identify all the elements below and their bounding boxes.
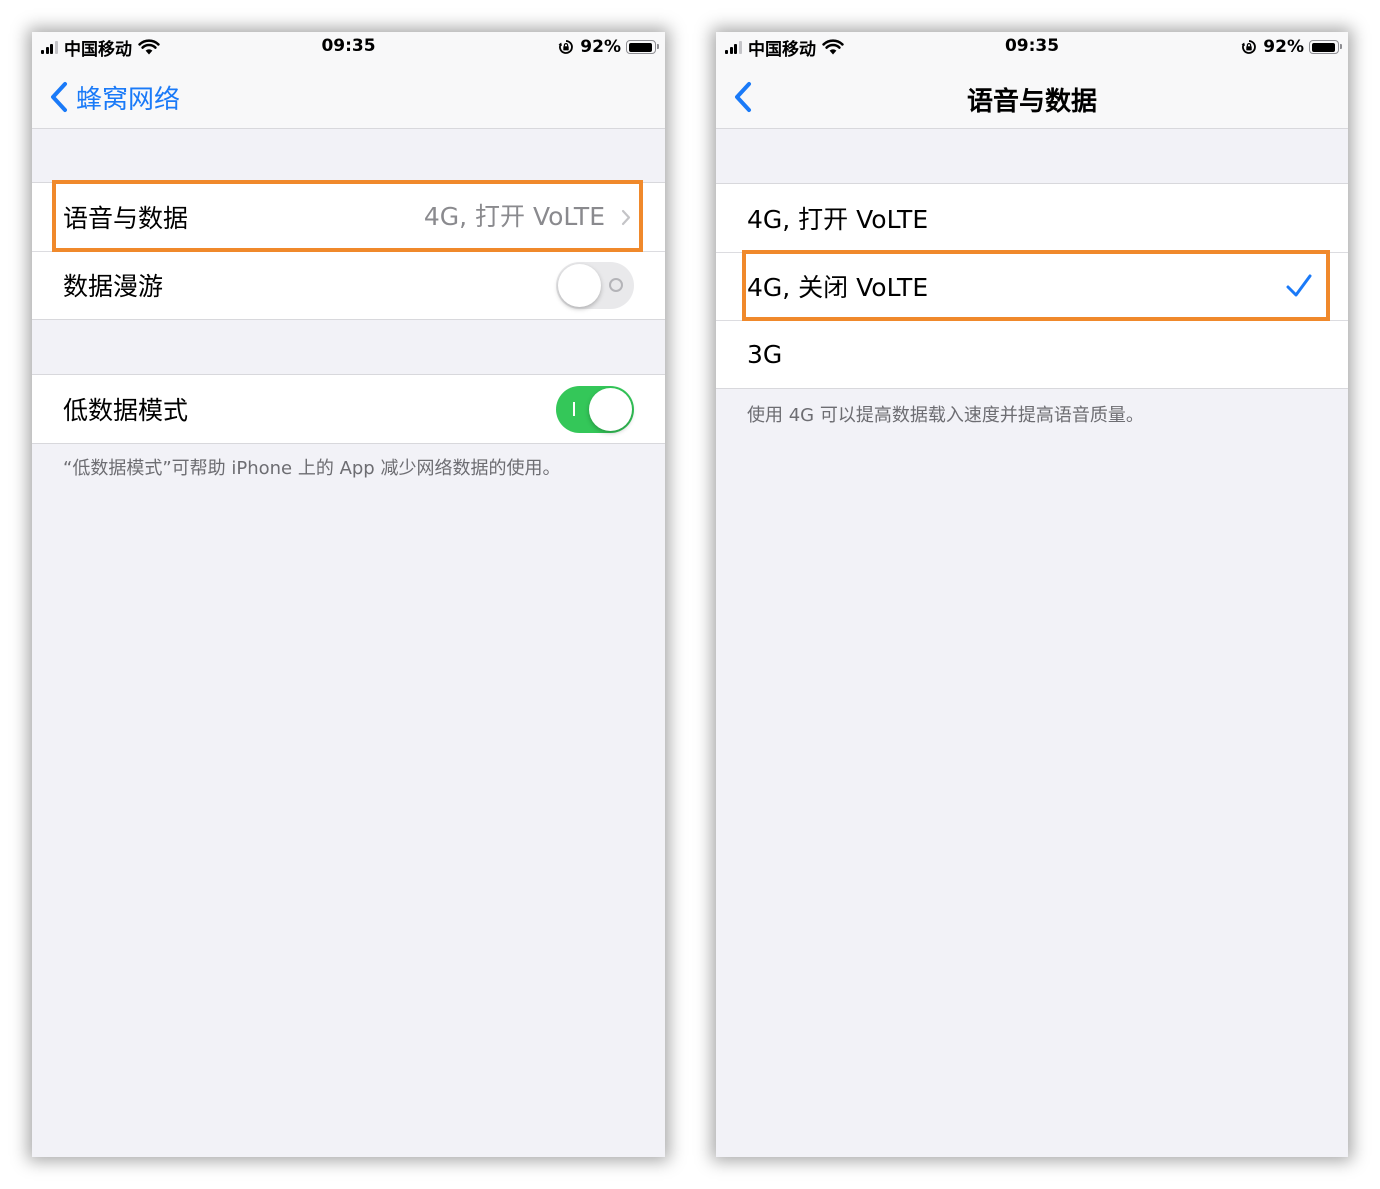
voice-data-options-list: 4G, 打开 VoLTE 4G, 关闭 VoLTE 3G	[716, 183, 1348, 389]
voice-data-footnote: 使用 4G 可以提高数据载入速度并提高语音质量。	[747, 405, 1144, 426]
settings-group-low-data: 低数据模式	[32, 374, 665, 444]
data-roaming-row: 数据漫游	[32, 251, 665, 319]
toggle-off-indicator	[609, 278, 623, 292]
back-button-label: 蜂窝网络	[76, 84, 181, 115]
status-bar: 中国移动 09:35 92%	[32, 32, 665, 66]
option-label: 4G, 打开 VoLTE	[747, 205, 929, 234]
back-button[interactable]: 蜂窝网络	[50, 78, 180, 116]
checkmark-icon	[1286, 274, 1312, 297]
option-row-3g[interactable]: 3G	[716, 320, 1348, 388]
phone-screen-voice-data: 中国移动 09:35 92% 语音与数据 4G, 打开 VoLTE 4G, 关闭…	[716, 32, 1348, 1157]
orientation-lock-icon	[1241, 40, 1257, 54]
phone-screen-cellular: 中国移动 09:35 92% 蜂窝网络 语音与数据 4G, 打开 VoLTE 数…	[32, 32, 665, 1157]
navigation-bar: 语音与数据	[716, 66, 1348, 129]
toggle-on-indicator	[573, 402, 575, 416]
data-roaming-toggle[interactable]	[556, 262, 634, 309]
low-data-mode-label: 低数据模式	[63, 396, 189, 425]
battery-icon	[626, 40, 659, 54]
option-row-4g-volte-on[interactable]: 4G, 打开 VoLTE	[716, 184, 1348, 252]
option-label: 3G	[747, 339, 783, 369]
status-bar: 中国移动 09:35 92%	[716, 32, 1348, 66]
chevron-left-icon	[51, 82, 67, 112]
voice-and-data-row[interactable]: 语音与数据 4G, 打开 VoLTE	[32, 183, 665, 251]
battery-icon	[1309, 40, 1342, 54]
battery-percent: 92%	[1263, 37, 1304, 57]
low-data-mode-footnote: “低数据模式”可帮助 iPhone 上的 App 减少网络数据的使用。	[63, 458, 561, 479]
option-row-4g-volte-off[interactable]: 4G, 关闭 VoLTE	[716, 252, 1348, 320]
orientation-lock-icon	[558, 40, 574, 54]
low-data-mode-row: 低数据模式	[32, 375, 665, 443]
navigation-bar: 蜂窝网络	[32, 66, 665, 129]
data-roaming-label: 数据漫游	[63, 272, 164, 301]
page-title: 语音与数据	[966, 87, 1097, 117]
settings-group-network: 语音与数据 4G, 打开 VoLTE 数据漫游	[32, 182, 665, 320]
toggle-knob	[589, 388, 632, 431]
battery-percent: 92%	[580, 37, 621, 57]
option-label: 4G, 关闭 VoLTE	[747, 273, 929, 302]
low-data-mode-toggle[interactable]	[556, 386, 634, 433]
voice-and-data-label: 语音与数据	[63, 204, 189, 233]
chevron-right-icon	[621, 209, 631, 226]
toggle-knob	[558, 264, 601, 307]
voice-and-data-value: 4G, 打开 VoLTE	[423, 202, 605, 231]
